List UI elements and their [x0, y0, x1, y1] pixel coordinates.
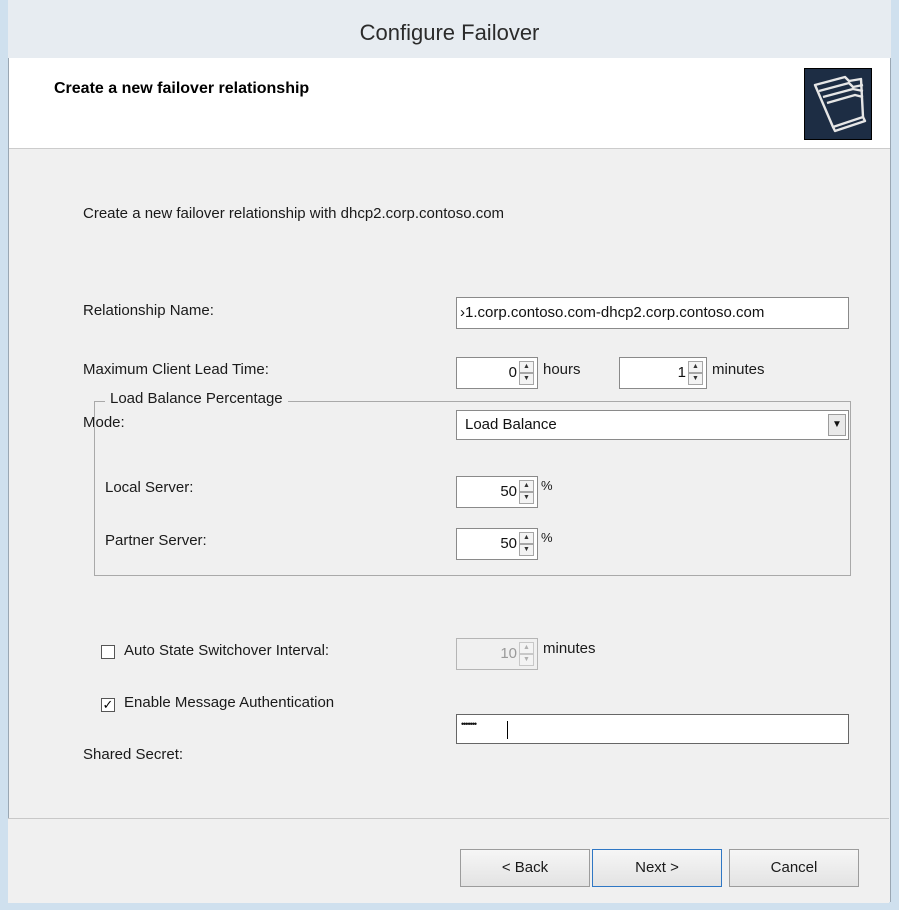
- partner-server-value: 50: [500, 535, 517, 552]
- shared-secret-input[interactable]: •••••••: [456, 714, 849, 744]
- message-auth-checkbox[interactable]: ✓: [101, 698, 115, 712]
- partner-server-spinner[interactable]: 50 ▲ ▼: [456, 528, 538, 560]
- lead-time-hours-unit: hours: [543, 361, 581, 378]
- window-title: Configure Failover: [8, 0, 891, 58]
- spin-up-icon[interactable]: ▲: [519, 642, 534, 654]
- partner-server-label: Partner Server:: [105, 532, 207, 549]
- spin-up-icon[interactable]: ▲: [519, 532, 534, 544]
- local-server-value: 50: [500, 483, 517, 500]
- auto-switchover-checkbox[interactable]: [101, 645, 115, 659]
- spin-up-icon[interactable]: ▲: [519, 480, 534, 492]
- auto-switchover-spinner[interactable]: 10 ▲ ▼: [456, 638, 538, 670]
- auto-switchover-value: 10: [500, 645, 517, 662]
- lead-time-hours-spinner[interactable]: 0 ▲ ▼: [456, 357, 538, 389]
- spin-up-icon[interactable]: ▲: [519, 361, 534, 373]
- auto-switchover-unit: minutes: [543, 640, 596, 657]
- lead-time-minutes-value: 1: [677, 364, 686, 381]
- lead-time-hours-value: 0: [508, 364, 517, 381]
- spin-down-icon[interactable]: ▼: [519, 492, 534, 504]
- spin-down-icon[interactable]: ▼: [688, 373, 703, 385]
- spin-down-icon[interactable]: ▼: [519, 373, 534, 385]
- relationship-name-input[interactable]: ›1.corp.contoso.com-dhcp2.corp.contoso.c…: [456, 297, 849, 329]
- folders-icon: [804, 68, 872, 140]
- spin-up-icon[interactable]: ▲: [688, 361, 703, 373]
- wizard-header: Create a new failover relationship: [9, 58, 890, 149]
- lead-time-minutes-unit: minutes: [712, 361, 765, 378]
- back-button[interactable]: < Back: [460, 849, 590, 887]
- partner-server-unit: %: [541, 530, 553, 545]
- auto-switchover-label: Auto State Switchover Interval:: [124, 642, 330, 659]
- next-button[interactable]: Next >: [592, 849, 722, 887]
- intro-text: Create a new failover relationship with …: [83, 205, 505, 222]
- load-balance-legend: Load Balance Percentage: [105, 390, 288, 407]
- shared-secret-mask: •••••••: [461, 719, 477, 729]
- cancel-button[interactable]: Cancel: [729, 849, 859, 887]
- message-auth-label: Enable Message Authentication: [124, 694, 335, 711]
- relationship-name-label: Relationship Name:: [83, 302, 214, 319]
- shared-secret-label: Shared Secret:: [83, 746, 184, 763]
- spin-down-icon[interactable]: ▼: [519, 544, 534, 556]
- page-title: Create a new failover relationship: [54, 80, 310, 97]
- lead-time-minutes-spinner[interactable]: 1 ▲ ▼: [619, 357, 707, 389]
- spin-down-icon[interactable]: ▼: [519, 654, 534, 666]
- local-server-spinner[interactable]: 50 ▲ ▼: [456, 476, 538, 508]
- lead-time-label: Maximum Client Lead Time:: [83, 361, 269, 378]
- text-caret: [507, 721, 508, 739]
- local-server-label: Local Server:: [105, 479, 194, 496]
- local-server-unit: %: [541, 478, 553, 493]
